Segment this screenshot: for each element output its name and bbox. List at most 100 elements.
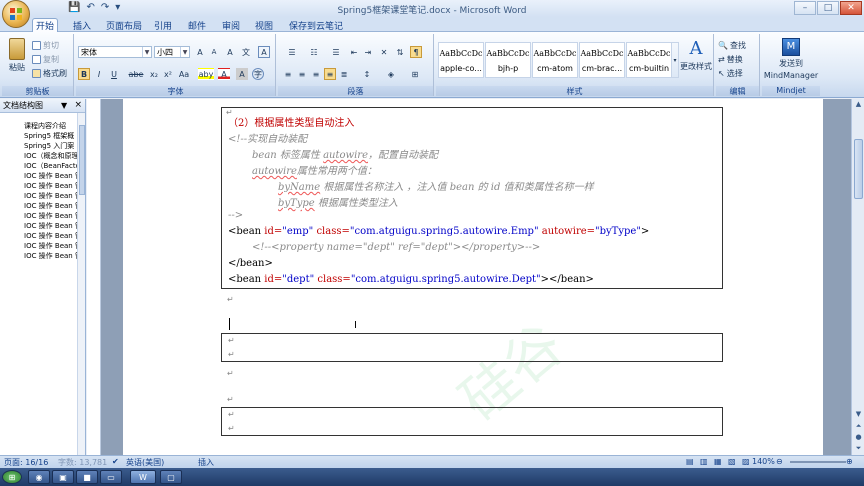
find-button[interactable]: 🔍 查找: [718, 40, 746, 51]
zoom-slider[interactable]: [790, 461, 846, 463]
scroll-up-icon[interactable]: ▲: [852, 99, 864, 110]
tab-references[interactable]: 引用: [151, 18, 175, 32]
enclose-char-button[interactable]: 字: [252, 68, 264, 80]
style-item[interactable]: AaBbCcDc bjh-p: [485, 42, 531, 78]
code-text-box[interactable]: ↵ （2）根据属性类型自动注入 <!--实现自动装配 bean 标签属性 aut…: [221, 107, 723, 289]
tab-view[interactable]: 视图: [252, 18, 276, 32]
shading-icon[interactable]: ◈: [382, 68, 400, 80]
styles-scroll-icon[interactable]: ▾: [671, 42, 679, 78]
chevron-down-icon[interactable]: ▼: [142, 47, 151, 57]
style-item[interactable]: AaBbCcDc apple-co...: [438, 42, 484, 78]
document-page[interactable]: 硅谷 ↵ （2）根据属性类型自动注入 <!--实现自动装配 bean 标签属性 …: [123, 99, 823, 455]
word-count[interactable]: 字数: 13,781: [58, 457, 107, 468]
nav-item[interactable]: IOC 操作 Bean 管: [0, 231, 78, 241]
cut-button[interactable]: 剪切: [32, 40, 59, 51]
taskbar-chrome-icon[interactable]: ◉: [28, 470, 50, 484]
shrink-font-button[interactable]: A: [208, 46, 220, 58]
chinese-layout-icon[interactable]: ✕: [378, 46, 390, 58]
nav-item[interactable]: IOC 操作 Bean 管: [0, 181, 78, 191]
nav-item[interactable]: 课程内容介绍: [0, 121, 78, 131]
style-item[interactable]: AaBbCcDc cm-brac...: [579, 42, 625, 78]
clear-format-button[interactable]: A: [224, 46, 236, 58]
numbering-icon[interactable]: ☷: [304, 46, 324, 58]
tab-save-cloud-note[interactable]: 保存到云笔记: [286, 18, 346, 32]
close-button[interactable]: ✕: [840, 1, 862, 15]
bold-button[interactable]: B: [78, 68, 90, 80]
browse-object-icon[interactable]: ●: [852, 432, 864, 443]
scrollbar-thumb[interactable]: [854, 139, 863, 199]
web-layout-view-icon[interactable]: ▦: [714, 457, 722, 466]
draft-view-icon[interactable]: ▨: [742, 457, 750, 466]
copy-button[interactable]: 复制: [32, 54, 59, 65]
nav-item[interactable]: IOC 操作 Bean 管: [0, 211, 78, 221]
format-painter-button[interactable]: 格式刷: [32, 68, 67, 79]
maximize-button[interactable]: □: [817, 1, 839, 15]
decrease-indent-icon[interactable]: ⇤: [348, 46, 360, 58]
char-shading-button[interactable]: A: [236, 68, 248, 80]
replace-button[interactable]: ⇄ 替换: [718, 54, 743, 65]
tab-page-layout[interactable]: 页面布局: [103, 18, 145, 32]
nav-item[interactable]: IOC 操作 Bean 管: [0, 191, 78, 201]
outline-view-icon[interactable]: ▧: [728, 457, 736, 466]
phonetic-guide-button[interactable]: 文: [240, 46, 252, 58]
nav-item[interactable]: IOC 操作 Bean 管: [0, 221, 78, 231]
zoom-level[interactable]: 140%: [752, 457, 775, 466]
page-indicator[interactable]: 页面: 16/16: [4, 457, 48, 468]
line-spacing-icon[interactable]: ↕: [358, 68, 376, 80]
nav-item[interactable]: IOC 操作 Bean 管: [0, 201, 78, 211]
increase-indent-icon[interactable]: ⇥: [362, 46, 374, 58]
select-button[interactable]: ↖ 选择: [718, 68, 743, 79]
underline-button[interactable]: U: [108, 68, 120, 80]
distributed-icon[interactable]: ≣: [338, 68, 350, 80]
multilevel-list-icon[interactable]: ☰: [326, 46, 346, 58]
bullets-icon[interactable]: ☰: [282, 46, 302, 58]
chevron-down-icon[interactable]: ▼: [180, 47, 189, 57]
justify-icon[interactable]: ≡: [324, 68, 336, 80]
paste-button[interactable]: 粘贴: [6, 38, 28, 73]
taskbar-folder-icon[interactable]: ▭: [100, 470, 122, 484]
font-name-combo[interactable]: 宋体 ▼: [78, 46, 152, 58]
nav-item[interactable]: IOC（BeanFacto: [0, 161, 78, 171]
align-center-icon[interactable]: ≡: [296, 68, 308, 80]
change-styles-button[interactable]: A 更改样式: [680, 38, 712, 72]
language-indicator[interactable]: 英语(美国): [126, 457, 164, 468]
change-case-button[interactable]: Aa: [176, 68, 192, 80]
insert-mode-indicator[interactable]: 插入: [198, 457, 214, 468]
nav-item[interactable]: Spring5 入门案: [0, 141, 78, 151]
subscript-button[interactable]: x₂: [148, 68, 160, 80]
nav-item[interactable]: IOC 操作 Bean 管: [0, 171, 78, 181]
font-color-button[interactable]: A: [218, 68, 230, 80]
char-border-button[interactable]: A: [258, 46, 270, 58]
vertical-scrollbar[interactable]: ▲ ▼ ⏶ ● ⏷: [851, 99, 864, 455]
sort-icon[interactable]: ⇅: [394, 46, 406, 58]
print-layout-view-icon[interactable]: ▤: [686, 457, 694, 466]
zoom-out-icon[interactable]: ⊖: [776, 457, 783, 466]
align-left-icon[interactable]: ≡: [282, 68, 294, 80]
taskbar-media-icon[interactable]: ■: [76, 470, 98, 484]
nav-item[interactable]: Spring5 框架概: [0, 131, 78, 141]
nav-item[interactable]: IOC 操作 Bean 管: [0, 251, 78, 261]
next-page-icon[interactable]: ⏷: [852, 443, 864, 454]
prev-page-icon[interactable]: ⏶: [852, 421, 864, 432]
nav-scrollbar-thumb[interactable]: [79, 125, 85, 195]
nav-scrollbar[interactable]: [77, 113, 85, 455]
show-marks-icon[interactable]: ¶: [410, 46, 422, 58]
strikethrough-button[interactable]: abe: [128, 68, 144, 80]
grow-font-button[interactable]: A: [194, 46, 206, 58]
minimize-button[interactable]: –: [794, 1, 816, 15]
taskbar-app-icon[interactable]: ▣: [52, 470, 74, 484]
taskbar-window-icon[interactable]: ▢: [160, 470, 182, 484]
scroll-down-icon[interactable]: ▼: [852, 409, 864, 420]
tab-insert[interactable]: 插入: [70, 18, 94, 32]
tab-home[interactable]: 开始: [32, 18, 59, 32]
borders-icon[interactable]: ⊞: [406, 68, 424, 80]
full-screen-view-icon[interactable]: ▥: [700, 457, 708, 466]
tab-mailings[interactable]: 邮件: [185, 18, 209, 32]
style-item[interactable]: AaBbCcDc cm-builtin: [626, 42, 672, 78]
empty-text-box[interactable]: ↵ ↵: [221, 333, 723, 362]
align-right-icon[interactable]: ≡: [310, 68, 322, 80]
font-size-combo[interactable]: 小四 ▼: [154, 46, 190, 58]
taskbar-word-icon[interactable]: W: [130, 470, 156, 484]
tab-review[interactable]: 审阅: [219, 18, 243, 32]
nav-item[interactable]: IOC 操作 Bean 管: [0, 241, 78, 251]
